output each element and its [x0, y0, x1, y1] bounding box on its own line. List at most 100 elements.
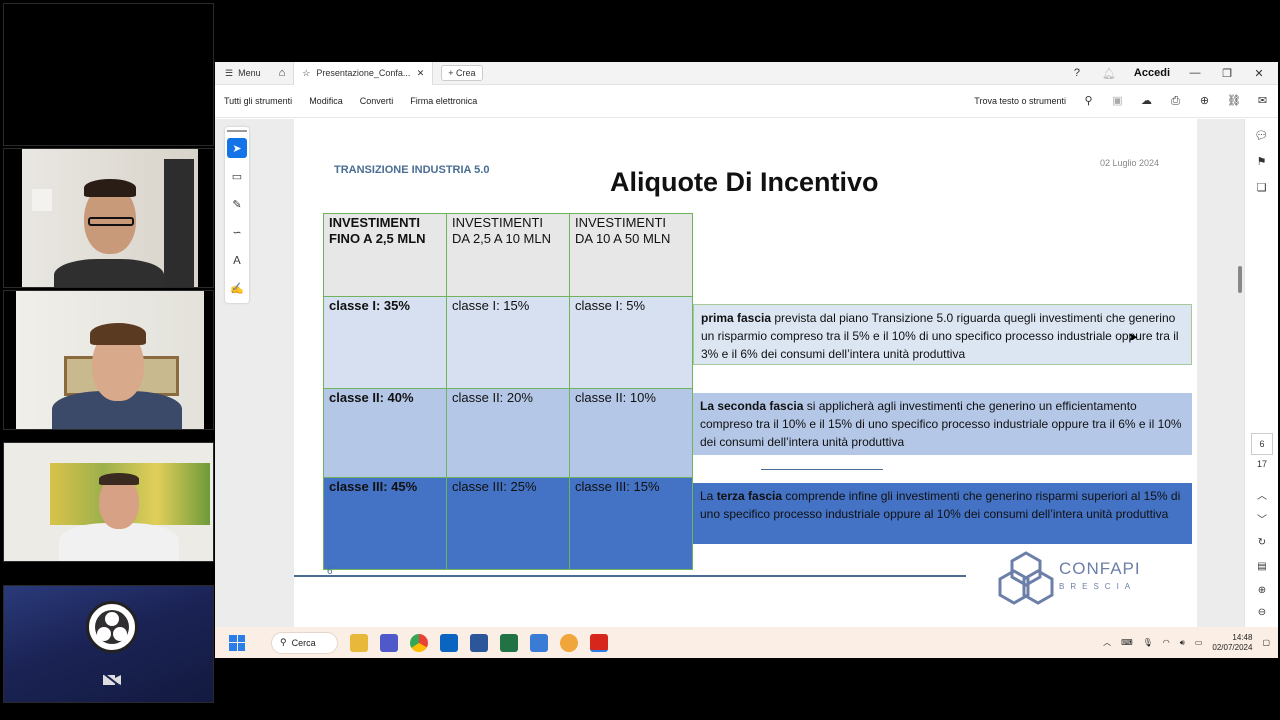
- camera-off-icon: [102, 672, 124, 688]
- logo-name: CONFAPI: [1059, 559, 1141, 578]
- text-box-icon[interactable]: Ａ: [227, 250, 247, 270]
- convert-menu[interactable]: Converti: [360, 96, 394, 106]
- bookmarks-icon[interactable]: ⚑: [1255, 155, 1269, 169]
- tab-bar: ☰ Menu ⌂ ☆ Presentazione_Confa... ✕ + Cr…: [215, 61, 1278, 85]
- windows-start-icon[interactable]: [229, 634, 245, 651]
- table-cell: classe III: 25%: [446, 477, 570, 570]
- link-icon[interactable]: ⛓: [1227, 95, 1241, 108]
- app-icon[interactable]: [560, 633, 578, 652]
- confapi-hexagon-icon: [998, 551, 1054, 605]
- bell-icon[interactable]: 🔔︎: [1102, 67, 1116, 80]
- file-explorer-icon[interactable]: [350, 633, 368, 652]
- tab-title: Presentazione_Confa...: [316, 68, 411, 78]
- outlook-icon[interactable]: [440, 633, 458, 652]
- star-icon[interactable]: ☆: [302, 68, 310, 79]
- refresh-icon[interactable]: ↻: [1253, 537, 1271, 548]
- quick-tools-bar: ➤ ▭ ✎ ∽ Ａ ✍: [225, 127, 249, 303]
- glasses: [88, 217, 134, 226]
- system-clock[interactable]: 14:48 02/07/2024: [1212, 633, 1252, 653]
- language-icon[interactable]: ⌨: [1121, 638, 1133, 647]
- todo-icon[interactable]: [530, 633, 548, 652]
- microphone-icon[interactable]: 🎙︎: [1143, 638, 1153, 647]
- obs-logo-icon: [86, 601, 138, 653]
- table-header-cell: INVESTIMENTI DA 2,5 A 10 MLN: [446, 213, 570, 297]
- help-icon[interactable]: ?: [1070, 67, 1084, 79]
- table-cell: classe II: 20%: [446, 388, 570, 478]
- taskbar-search[interactable]: ⚲ Cerca: [271, 631, 338, 654]
- upload-cloud-icon[interactable]: ☁: [1140, 95, 1153, 108]
- participant-tile-4[interactable]: [3, 585, 214, 703]
- word-icon[interactable]: [470, 633, 488, 652]
- participant-hair: [90, 323, 146, 345]
- email-icon[interactable]: ✉: [1256, 95, 1269, 108]
- incentive-table: INVESTIMENTI FINO A 2,5 MLN INVESTIMENTI…: [323, 213, 693, 570]
- wifi-icon[interactable]: ◠: [1163, 638, 1170, 647]
- home-icon[interactable]: ⌂: [271, 67, 294, 79]
- footer-line: [294, 575, 966, 577]
- pdf-viewer-window: ☰ Menu ⌂ ☆ Presentazione_Confa... ✕ + Cr…: [215, 61, 1278, 658]
- band-prefix: La: [700, 489, 717, 503]
- chevron-down-icon[interactable]: ﹀: [1253, 511, 1271, 526]
- table-row: classe I: 35% classe I: 15% classe I: 5%: [323, 296, 693, 389]
- slide-title: Aliquote Di Incentivo: [610, 167, 879, 197]
- comments-icon[interactable]: 💬︎: [1255, 129, 1269, 143]
- add-comment-icon[interactable]: ▭: [227, 166, 247, 186]
- minimize-icon[interactable]: —: [1188, 67, 1202, 79]
- highlight-pen-icon[interactable]: ✎: [227, 194, 247, 214]
- document-info-icon[interactable]: ▤: [1253, 561, 1271, 572]
- participant-tile-3[interactable]: [3, 442, 214, 562]
- chevron-up-icon[interactable]: ︿: [1253, 487, 1271, 502]
- excel-icon[interactable]: [500, 633, 518, 652]
- band-third-description: La terza fascia comprende infine gli inv…: [693, 483, 1192, 544]
- table-cell: classe I: 15%: [446, 296, 570, 389]
- menu-label: Menu: [238, 68, 261, 78]
- select-cursor-icon[interactable]: ➤: [227, 138, 247, 158]
- e-sign-menu[interactable]: Firma elettronica: [410, 96, 477, 106]
- teams-icon[interactable]: [380, 633, 398, 652]
- print-icon[interactable]: ⎙: [1169, 95, 1182, 108]
- all-tools-menu[interactable]: Tutti gli strumenti: [224, 96, 292, 106]
- draw-freehand-icon[interactable]: ∽: [227, 222, 247, 242]
- participant-hair: [84, 179, 136, 197]
- zoom-in-icon[interactable]: ⊕: [1253, 585, 1271, 596]
- notifications-icon[interactable]: ▢: [1262, 638, 1270, 647]
- vertical-scrollbar[interactable]: [1238, 266, 1242, 293]
- fill-sign-icon[interactable]: ✍: [227, 278, 247, 298]
- slide-date: 02 Luglio 2024: [1099, 158, 1159, 168]
- zoom-out-icon[interactable]: ⊖: [1253, 607, 1271, 618]
- participant-tile-empty[interactable]: [3, 3, 214, 146]
- current-page-field[interactable]: 6: [1251, 433, 1273, 455]
- table-cell: classe II: 40%: [323, 388, 447, 478]
- maximize-icon[interactable]: ❐: [1220, 67, 1234, 80]
- save-icon[interactable]: ▣: [1111, 95, 1124, 108]
- band-first-description: prima fascia prevista dal piano Transizi…: [693, 304, 1192, 365]
- chevron-up-icon[interactable]: ︿: [1103, 637, 1111, 648]
- find-tools-label[interactable]: Trova testo o strumenti: [974, 96, 1066, 106]
- battery-icon[interactable]: ▭: [1195, 638, 1203, 647]
- chrome-icon[interactable]: [410, 633, 428, 652]
- close-window-icon[interactable]: ✕: [1252, 67, 1266, 80]
- participant-tile-2[interactable]: [3, 290, 214, 430]
- right-side-panel: 💬︎ ⚑ ❏ 6 17 ︿ ﹀ ↻ ▤ ⊕ ⊖: [1244, 119, 1278, 627]
- acrobat-icon[interactable]: [590, 633, 608, 652]
- menu-button[interactable]: ☰ Menu: [215, 68, 271, 79]
- pages-icon[interactable]: ❏: [1255, 181, 1269, 195]
- document-tab[interactable]: ☆ Presentazione_Confa... ✕: [293, 61, 434, 85]
- band-lead: terza fascia: [716, 489, 783, 503]
- taskbar-search-label: Cerca: [291, 637, 316, 648]
- share-icon[interactable]: ⊕: [1198, 95, 1211, 108]
- band-lead: prima fascia: [701, 311, 772, 325]
- logo-subtitle: BRESCIA: [1059, 582, 1137, 591]
- edit-menu[interactable]: Modifica: [309, 96, 343, 106]
- close-tab-icon[interactable]: ✕: [417, 68, 425, 79]
- participant-body: [54, 259, 164, 287]
- sign-in-button[interactable]: Accedi: [1134, 67, 1170, 79]
- search-icon[interactable]: ⚲: [1082, 95, 1095, 108]
- volume-icon[interactable]: 🔊︎: [1180, 638, 1185, 648]
- confapi-logo: CONFAPI BRESCIA: [997, 549, 1157, 605]
- band-text: prevista dal piano Transizione 5.0 rigua…: [701, 311, 1179, 361]
- table-cell: classe I: 5%: [569, 296, 693, 389]
- new-tab-button[interactable]: + Crea: [441, 65, 483, 81]
- participant-tile-1[interactable]: [3, 148, 214, 288]
- slide-header: TRANSIZIONE INDUSTRIA 5.0: [334, 164, 490, 176]
